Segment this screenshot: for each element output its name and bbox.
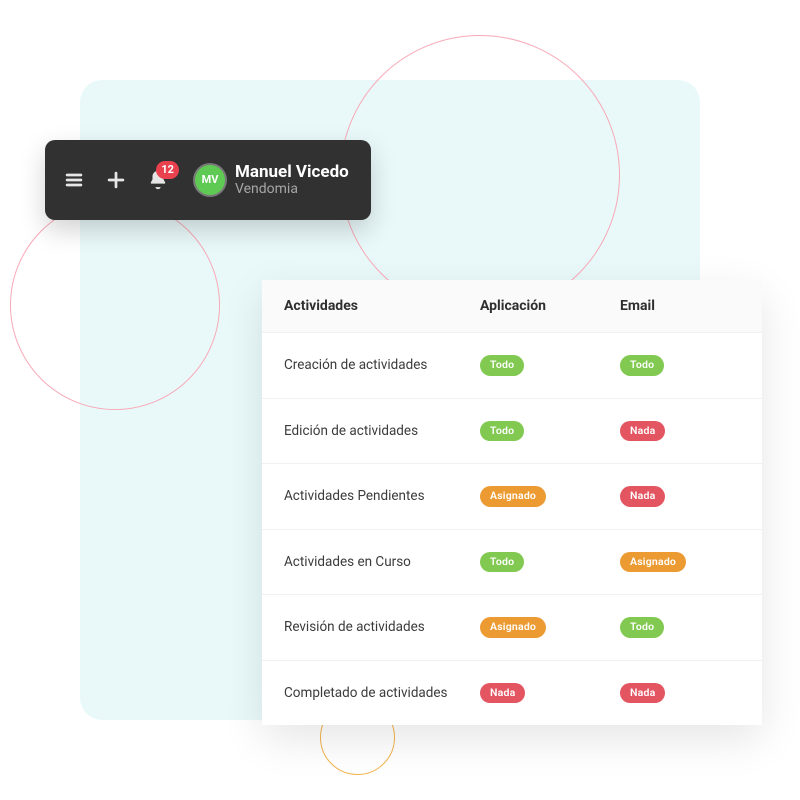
email-status-pill[interactable]: Nada (620, 683, 665, 704)
table-row: Edición de actividades Todo Nada (262, 398, 762, 464)
table-row: Actividades Pendientes Asignado Nada (262, 463, 762, 529)
col-header-activity: Actividades (284, 298, 480, 314)
table-row: Completado de actividades Nada Nada (262, 660, 762, 726)
email-status-pill[interactable]: Nada (620, 421, 665, 442)
activity-name: Edición de actividades (284, 423, 480, 439)
activity-name: Actividades Pendientes (284, 488, 480, 504)
topbar: 12 MV Manuel Vicedo Vendomia (45, 140, 371, 220)
app-status-pill[interactable]: Todo (480, 421, 524, 442)
notifications-button[interactable]: 12 (147, 169, 169, 191)
col-header-app: Aplicación (480, 298, 620, 314)
email-status-pill[interactable]: Todo (620, 355, 664, 376)
email-status-pill[interactable]: Todo (620, 617, 664, 638)
notification-count-badge: 12 (156, 161, 179, 179)
plus-icon (105, 169, 127, 191)
app-status-pill[interactable]: Nada (480, 683, 525, 704)
email-status-pill[interactable]: Nada (620, 486, 665, 507)
app-status-pill[interactable]: Todo (480, 355, 524, 376)
activity-name: Actividades en Curso (284, 554, 480, 570)
table-row: Revisión de actividades Asignado Todo (262, 594, 762, 660)
col-header-email: Email (620, 298, 740, 314)
app-status-pill[interactable]: Asignado (480, 617, 546, 638)
user-name: Manuel Vicedo (235, 163, 349, 182)
avatar: MV (195, 165, 225, 195)
table-row: Actividades en Curso Todo Asignado (262, 529, 762, 595)
user-text: Manuel Vicedo Vendomia (235, 163, 349, 197)
email-status-pill[interactable]: Asignado (620, 552, 686, 573)
decorative-circle (10, 200, 220, 410)
activity-name: Revisión de actividades (284, 619, 480, 635)
app-status-pill[interactable]: Asignado (480, 486, 546, 507)
table-row: Creación de actividades Todo Todo (262, 332, 762, 398)
activities-table: Actividades Aplicación Email Creación de… (262, 280, 762, 725)
menu-button[interactable] (63, 169, 85, 191)
table-header-row: Actividades Aplicación Email (262, 280, 762, 332)
app-status-pill[interactable]: Todo (480, 552, 524, 573)
decorative-circle (340, 35, 620, 315)
activity-name: Completado de actividades (284, 685, 480, 701)
add-button[interactable] (105, 169, 127, 191)
menu-icon (63, 169, 85, 191)
user-org: Vendomia (235, 182, 349, 197)
user-menu[interactable]: MV Manuel Vicedo Vendomia (189, 163, 349, 197)
activity-name: Creación de actividades (284, 357, 480, 373)
